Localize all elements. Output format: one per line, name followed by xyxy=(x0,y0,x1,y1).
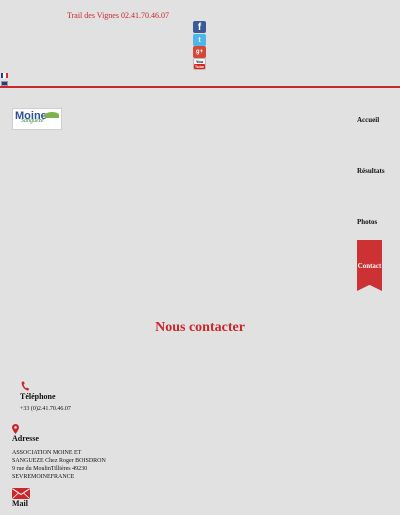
facebook-icon[interactable]: f xyxy=(193,21,206,33)
address-line: SEVREMOINEFRANCE xyxy=(12,474,75,480)
header-phone-text: Trail des Vignes 02.41.70.46.07 xyxy=(67,11,169,20)
address-line: ASSOCIATION MOINE ET xyxy=(12,450,82,456)
mail-label: Mail xyxy=(12,499,28,508)
address-label: Adresse xyxy=(12,434,39,443)
youtube-icon[interactable]: You Tube xyxy=(193,58,206,70)
twitter-icon[interactable]: t xyxy=(193,34,206,46)
flag-fr-icon[interactable] xyxy=(1,73,8,78)
address-line: 9 rue du MoulinTillières 49230 xyxy=(12,466,88,472)
mail-icon xyxy=(12,488,30,499)
nav-photos[interactable]: Photos xyxy=(357,218,377,226)
telephone-value[interactable]: +33 (0)2.41.70.46.07 xyxy=(20,406,71,412)
flag-fr-red xyxy=(5,73,8,78)
logo-sub-text: Sanguèze xyxy=(21,118,44,124)
youtube-tube: Tube xyxy=(193,64,206,69)
location-pin-icon xyxy=(12,424,19,434)
google-plus-icon[interactable]: g+ xyxy=(193,46,206,58)
header-divider xyxy=(0,86,400,88)
address-line: SANGUEZE Chez Roger BOISDRON xyxy=(12,458,106,464)
telephone-label: Téléphone xyxy=(20,392,56,401)
logo-hill-shape xyxy=(45,112,59,118)
page-title: Nous contacter xyxy=(155,320,245,335)
site-logo[interactable]: Moine Sanguèze xyxy=(12,108,62,130)
address-block: ASSOCIATION MOINE ET SANGUEZE Chez Roger… xyxy=(12,449,106,481)
nav-accueil[interactable]: Accueil xyxy=(357,116,379,124)
nav-contact[interactable]: Contact xyxy=(357,240,382,291)
phone-icon xyxy=(21,381,29,391)
nav-resultats[interactable]: Résultats xyxy=(357,167,385,175)
